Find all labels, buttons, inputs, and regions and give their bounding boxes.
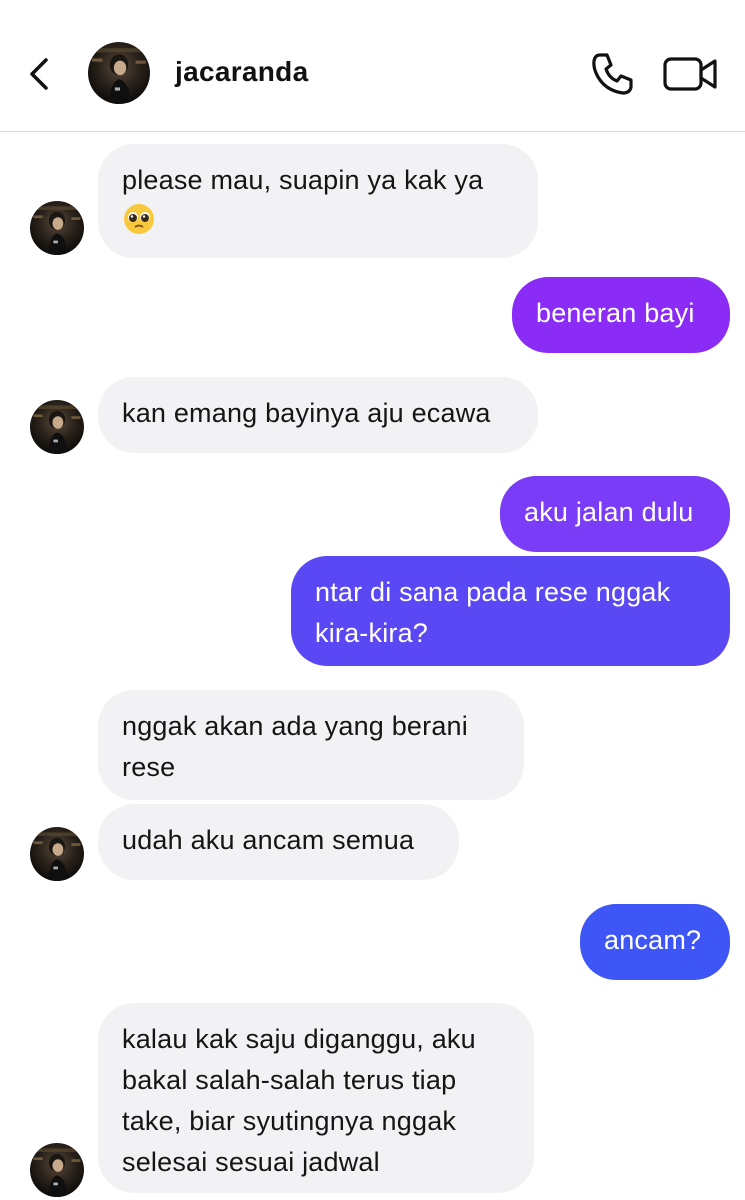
message-text: rese <box>122 752 176 782</box>
incoming-message[interactable]: kan emang bayinya aju ecawa <box>98 377 538 453</box>
chat-header: jacaranda <box>0 0 745 132</box>
outgoing-message[interactable]: aku jalan dulu <box>500 476 730 552</box>
incoming-message[interactable]: nggak akan ada yang berani rese <box>98 690 524 800</box>
message-text: ancam? <box>604 925 702 955</box>
contact-name[interactable]: jacaranda <box>175 56 308 88</box>
video-camera-icon[interactable] <box>662 54 718 94</box>
incoming-message[interactable]: udah aku ancam semua <box>98 804 459 880</box>
outgoing-message[interactable]: beneran bayi <box>512 277 730 353</box>
sender-avatar[interactable] <box>30 201 84 255</box>
message-text: bakal salah-salah terus tiap <box>122 1065 457 1095</box>
contact-avatar[interactable] <box>88 42 150 104</box>
message-text: kalau kak saju diganggu, aku <box>122 1024 476 1054</box>
message-text: nggak akan ada yang berani <box>122 711 468 741</box>
message-text: aku jalan dulu <box>524 497 694 527</box>
message-thread[interactable]: please mau, suapin ya kak ya beneran bay… <box>0 133 745 1200</box>
sender-avatar[interactable] <box>30 827 84 881</box>
pleading-face-emoji <box>124 204 154 234</box>
incoming-message[interactable]: kalau kak saju diganggu, aku bakal salah… <box>98 1003 534 1193</box>
message-text: kan emang bayinya aju ecawa <box>122 398 491 428</box>
message-text: take, biar syutingnya nggak <box>122 1106 457 1136</box>
message-text: udah aku ancam semua <box>122 825 415 855</box>
outgoing-message[interactable]: ntar di sana pada rese nggak kira-kira? <box>291 556 730 666</box>
sender-avatar[interactable] <box>30 400 84 454</box>
chevron-left-icon[interactable] <box>22 52 58 96</box>
outgoing-message[interactable]: ancam? <box>580 904 730 980</box>
message-text: ntar di sana pada rese nggak <box>315 577 671 607</box>
message-text: please mau, suapin ya kak ya <box>122 165 484 195</box>
message-text: selesai sesuai jadwal <box>122 1147 380 1177</box>
phone-icon[interactable] <box>588 50 636 98</box>
message-text: beneran bayi <box>536 298 695 328</box>
incoming-message[interactable]: please mau, suapin ya kak ya <box>98 144 538 258</box>
message-text: kira-kira? <box>315 618 429 648</box>
sender-avatar[interactable] <box>30 1143 84 1197</box>
